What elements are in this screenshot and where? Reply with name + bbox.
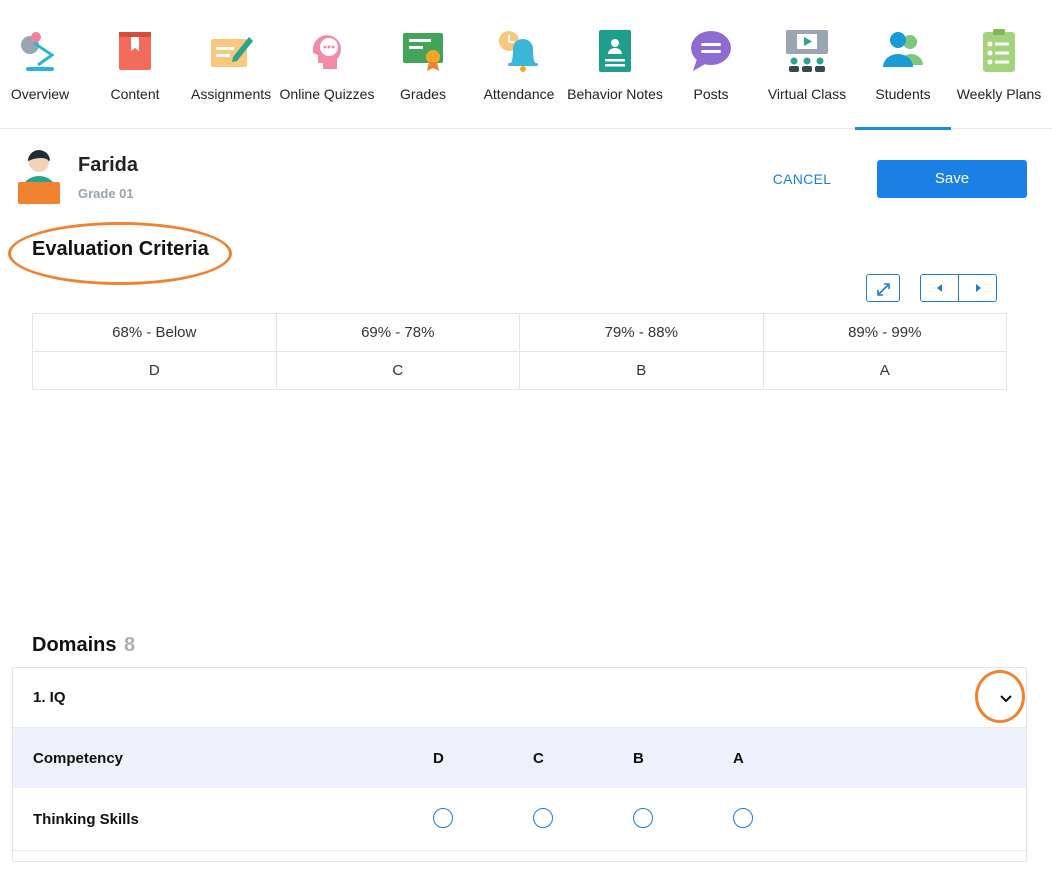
certificate-icon <box>403 33 443 71</box>
presentation-icon <box>786 30 828 72</box>
nav-item-online-quizzes[interactable]: Online Quizzes <box>279 0 375 129</box>
nav-label: Virtual Class <box>767 86 847 102</box>
nav-item-weekly-plans[interactable]: Weekly Plans <box>954 0 1044 129</box>
nav-item-content[interactable]: Content <box>95 0 175 129</box>
nav-label: Posts <box>693 86 729 102</box>
domains-count: 8 <box>124 634 136 656</box>
book-icon <box>119 32 151 70</box>
criteria-grade-cell: C <box>275 351 520 390</box>
grade-column-d: D <box>433 750 444 767</box>
nav-label: Grades <box>400 86 446 102</box>
domain-header[interactable]: 1. IQ <box>13 668 1026 728</box>
nav-label: Weekly Plans <box>956 86 1042 102</box>
competency-row: Thinking Skills <box>13 788 1026 851</box>
next-page-button[interactable] <box>959 275 997 301</box>
nav-item-overview[interactable]: Overview <box>0 0 80 129</box>
grade-radio-b[interactable] <box>633 808 653 828</box>
evaluation-criteria-title: Evaluation Criteria <box>32 238 209 260</box>
grade-radio-a[interactable] <box>733 808 753 828</box>
nav-item-grades[interactable]: Grades <box>383 0 463 129</box>
nav-label: Assignments <box>191 86 272 102</box>
criteria-range-row: 68% - Below 69% - 78% 79% - 88% 89% - 99… <box>32 313 1007 352</box>
competency-header-row: Competency D C B A <box>13 728 1026 788</box>
criteria-grade-cell: D <box>32 351 277 390</box>
criteria-range-cell: 79% - 88% <box>519 313 764 352</box>
domains-title: Domains <box>32 634 117 656</box>
caret-right-icon <box>976 284 981 292</box>
student-name: Farida <box>78 154 139 176</box>
nav-item-attendance[interactable]: Attendance <box>479 0 559 129</box>
nav-item-students[interactable]: Students <box>855 0 951 130</box>
grade-column-b: B <box>633 750 644 767</box>
nav-item-behavior-notes[interactable]: Behavior Notes <box>566 0 664 129</box>
nav-item-assignments[interactable]: Assignments <box>191 0 271 129</box>
nav-label: Online Quizzes <box>279 86 375 102</box>
users-icon <box>883 32 923 67</box>
nav-label: Attendance <box>483 86 555 102</box>
nav-label: Students <box>875 86 931 102</box>
expand-button[interactable] <box>866 274 900 302</box>
competency-column-label: Competency <box>33 750 124 767</box>
top-navigation: Overview Content Assignments Online Quiz… <box>0 0 1052 130</box>
criteria-grade-cell: B <box>519 351 764 390</box>
save-button[interactable]: Save <box>877 160 1027 198</box>
cancel-button[interactable]: CANCEL <box>762 160 842 198</box>
student-grade: Grade 01 <box>78 186 134 201</box>
chevron-down-icon <box>1000 695 1012 703</box>
nav-label: Content <box>110 86 160 102</box>
caret-left-icon <box>937 284 942 292</box>
collapse-toggle-button[interactable] <box>989 681 1023 715</box>
criteria-range-cell: 68% - Below <box>32 313 277 352</box>
nav-item-posts[interactable]: Posts <box>671 0 751 129</box>
head-chat-icon <box>313 35 341 69</box>
grade-column-c: C <box>533 750 544 767</box>
prev-page-button[interactable] <box>921 275 959 301</box>
clipboard-list-icon <box>983 29 1015 72</box>
pen-paper-icon <box>211 37 253 67</box>
grade-column-a: A <box>733 750 744 767</box>
criteria-grade-row: D C B A <box>32 351 1007 390</box>
domain-card: 1. IQ Competency D C B A Thinking Skills <box>12 667 1027 862</box>
criteria-range-cell: 89% - 99% <box>762 313 1007 352</box>
nav-item-virtual-class[interactable]: Virtual Class <box>762 0 852 129</box>
criteria-pager <box>920 274 997 302</box>
student-avatar-icon <box>18 150 60 204</box>
grade-radio-d[interactable] <box>433 808 453 828</box>
criteria-grade-cell: A <box>762 351 1007 390</box>
id-card-icon <box>599 30 631 72</box>
speech-bubble-icon <box>691 31 731 71</box>
evaluation-criteria-table: 68% - Below 69% - 78% 79% - 88% 89% - 99… <box>32 313 1007 390</box>
expand-icon <box>877 283 890 296</box>
nav-label: Behavior Notes <box>567 86 663 102</box>
lamp-icon <box>21 32 55 71</box>
grade-radio-c[interactable] <box>533 808 553 828</box>
domain-name: 1. IQ <box>33 689 66 706</box>
nav-label: Overview <box>10 86 70 102</box>
competency-name: Thinking Skills <box>33 811 139 828</box>
bell-icon <box>499 31 538 72</box>
criteria-range-cell: 69% - 78% <box>275 313 520 352</box>
